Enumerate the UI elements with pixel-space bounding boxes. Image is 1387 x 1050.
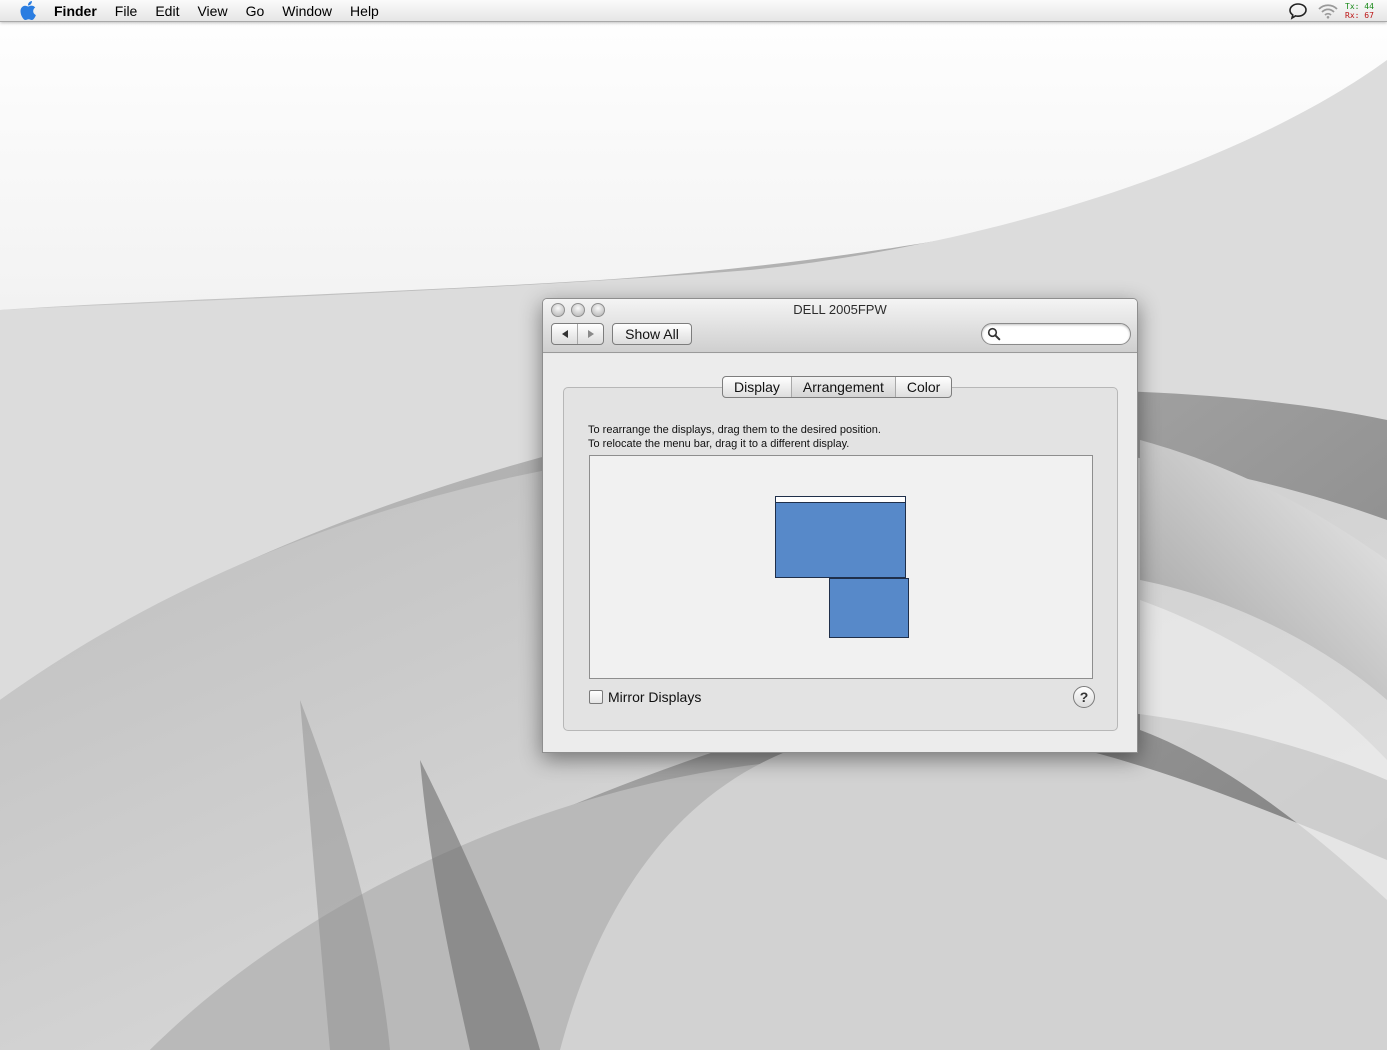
forward-arrow-icon xyxy=(587,330,594,338)
wifi-icon[interactable] xyxy=(1317,1,1339,21)
help-button[interactable]: ? xyxy=(1073,686,1095,708)
secondary-display[interactable] xyxy=(829,578,909,638)
instruction-line-1: To rearrange the displays, drag them to … xyxy=(588,424,881,436)
mirror-displays-checkbox[interactable] xyxy=(589,690,603,704)
preferences-content: Display Arrangement Color To rearrange t… xyxy=(543,354,1137,752)
back-arrow-icon xyxy=(561,330,568,338)
mirror-displays-label: Mirror Displays xyxy=(608,689,702,705)
window-title: DELL 2005FPW xyxy=(793,302,887,317)
back-button[interactable] xyxy=(552,324,577,344)
tab-display[interactable]: Display xyxy=(723,377,791,397)
window-titlebar[interactable]: DELL 2005FPW Show All xyxy=(543,299,1137,353)
menu-edit[interactable]: Edit xyxy=(146,0,188,22)
rx-value: 67 xyxy=(1364,11,1374,20)
menu-file[interactable]: File xyxy=(106,0,147,22)
main-display[interactable] xyxy=(775,496,906,578)
network-monitor[interactable]: Tx: 44 Rx: 67 xyxy=(1345,2,1387,20)
instruction-line-2: To relocate the menu bar, drag it to a d… xyxy=(588,438,850,450)
arrangement-panel: To rearrange the displays, drag them to … xyxy=(563,387,1118,731)
magnifier-icon xyxy=(987,327,1001,341)
arrangement-instructions: To rearrange the displays, drag them to … xyxy=(588,423,881,451)
menu-bar-handle[interactable] xyxy=(776,497,905,503)
tab-bar: Display Arrangement Color xyxy=(722,376,953,398)
back-forward-control xyxy=(551,323,604,345)
menu-view[interactable]: View xyxy=(188,0,236,22)
menu-help[interactable]: Help xyxy=(341,0,388,22)
search-input[interactable] xyxy=(1004,326,1124,342)
menu-window[interactable]: Window xyxy=(273,0,341,22)
tx-label: Tx: xyxy=(1345,2,1360,11)
menu-go[interactable]: Go xyxy=(237,0,274,22)
display-preferences-window: DELL 2005FPW Show All Display Arrangemen… xyxy=(542,298,1138,753)
tab-arrangement[interactable]: Arrangement xyxy=(790,377,895,397)
menu-app-finder[interactable]: Finder xyxy=(52,0,106,22)
forward-button[interactable] xyxy=(577,324,603,344)
search-field[interactable] xyxy=(981,323,1131,345)
menu-bar: Finder File Edit View Go Window Help Tx:… xyxy=(0,0,1387,22)
apple-icon[interactable] xyxy=(16,1,40,21)
menu-extras: Tx: 44 Rx: 67 xyxy=(1279,0,1387,22)
mirror-displays-option[interactable]: Mirror Displays xyxy=(589,689,701,705)
tx-value: 44 xyxy=(1364,2,1374,11)
speech-bubble-icon[interactable] xyxy=(1287,1,1309,21)
rx-label: Rx: xyxy=(1345,11,1360,20)
tab-color[interactable]: Color xyxy=(894,377,951,397)
display-arrangement-area xyxy=(589,455,1093,679)
show-all-button[interactable]: Show All xyxy=(612,323,692,345)
